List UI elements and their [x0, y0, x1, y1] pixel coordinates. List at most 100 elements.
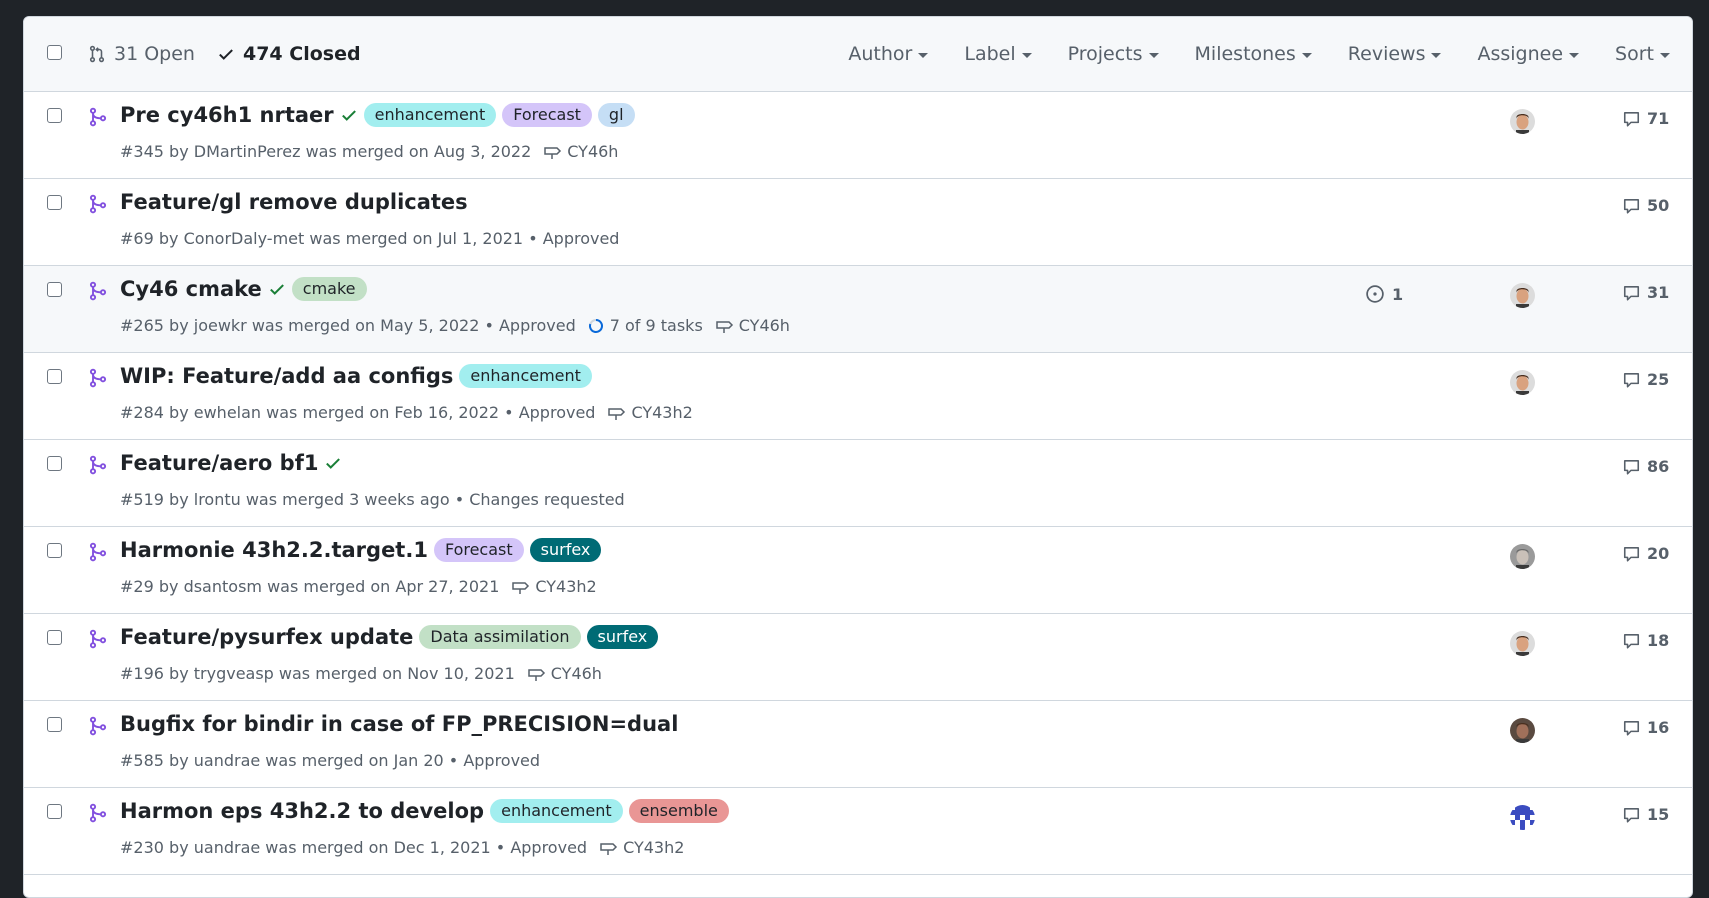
comment-icon — [1623, 807, 1640, 823]
milestone-link[interactable]: CY43h2 — [511, 577, 597, 596]
label-badge[interactable]: enhancement — [490, 799, 623, 823]
chevron-down-icon — [1301, 52, 1312, 58]
assignee-avatar[interactable] — [1510, 631, 1535, 656]
sort-dropdown[interactable]: Sort — [1615, 43, 1670, 65]
milestone-icon — [608, 407, 626, 420]
open-filter-link[interactable]: 31 Open — [88, 43, 195, 65]
label-badge[interactable]: enhancement — [363, 103, 497, 127]
merged-pr-icon — [89, 281, 107, 301]
pull-request-row[interactable]: Bugfix for bindir in case of FP_PRECISIO… — [24, 701, 1692, 788]
pull-request-row[interactable]: Pre cy46h1 nrtaer enhancement Forecast gl #3… — [24, 92, 1692, 179]
label-badge[interactable]: Forecast — [502, 103, 592, 127]
comments-link[interactable]: 86 — [1622, 457, 1669, 476]
assignee-avatar[interactable] — [1510, 109, 1535, 134]
label-badge[interactable]: ensemble — [628, 799, 729, 823]
pull-request-row[interactable]: Harmonie 43h2.2.target.1 Forecast surfex #2… — [24, 527, 1692, 614]
row-checkbox[interactable] — [47, 456, 62, 471]
comment-count: 20 — [1647, 544, 1670, 563]
reviews-filter-dropdown[interactable]: Reviews — [1348, 43, 1442, 65]
comments-link[interactable]: 15 — [1622, 805, 1669, 824]
row-checkbox[interactable] — [47, 717, 62, 732]
milestone-link[interactable]: CY43h2 — [607, 403, 693, 422]
pull-request-row[interactable]: Feature/aero bf1 #519 by lrontu was merge… — [24, 440, 1692, 527]
assignee-avatar[interactable] — [1510, 283, 1535, 308]
comments-link[interactable]: 50 — [1622, 196, 1669, 215]
title-line: Cy46 cmake cmake — [120, 277, 373, 301]
closed-count-label: 474 Closed — [242, 43, 361, 65]
pr-title-link[interactable]: Pre cy46h1 nrtaer — [120, 103, 334, 127]
comment-count: 25 — [1647, 370, 1670, 389]
pull-request-row[interactable]: WIP: Feature/add aa configs enhancement #2… — [24, 353, 1692, 440]
assignee-avatar[interactable] — [1510, 370, 1535, 395]
label-badge[interactable]: Data assimilation — [419, 625, 581, 649]
projects-filter-label: Projects — [1067, 43, 1143, 65]
linked-issues-link[interactable]: 1 — [1365, 284, 1403, 304]
comments-link[interactable]: 18 — [1622, 631, 1669, 650]
label-badge[interactable]: cmake — [291, 277, 367, 301]
assignee-filter-dropdown[interactable]: Assignee — [1477, 43, 1580, 65]
label-badge[interactable]: enhancement — [459, 364, 592, 388]
pr-title-link[interactable]: Feature/pysurfex update — [120, 625, 413, 649]
pr-meta-line: #284 by ewhelan was merged on Feb 16, 20… — [120, 403, 693, 422]
comments-link[interactable]: 31 — [1622, 283, 1669, 302]
row-checkbox[interactable] — [47, 543, 62, 558]
pr-title-link[interactable]: WIP: Feature/add aa configs — [120, 364, 453, 388]
merged-pr-icon — [89, 803, 107, 823]
pr-title-link[interactable]: Cy46 cmake — [120, 277, 262, 301]
comment-count: 71 — [1647, 109, 1670, 128]
pull-request-row[interactable]: Harmon eps 43h2.2 to develop enhancement e… — [24, 788, 1692, 875]
chevron-down-icon — [1148, 52, 1159, 58]
milestone-link[interactable]: CY43h2 — [599, 838, 684, 857]
pr-title-link[interactable]: Harmonie 43h2.2.target.1 — [120, 538, 428, 562]
label-badge[interactable]: surfex — [529, 538, 602, 562]
pr-meta-line: #29 by dsantosm was merged on Apr 27, 20… — [120, 577, 597, 596]
linked-issues-count: 1 — [1392, 284, 1404, 304]
pull-request-row[interactable]: Cy46 cmake cmake #265 by joewkr was merged… — [24, 266, 1692, 353]
comments-link[interactable]: 71 — [1622, 109, 1669, 128]
milestones-filter-dropdown[interactable]: Milestones — [1195, 43, 1312, 65]
author-filter-dropdown[interactable]: Author — [848, 43, 929, 65]
row-checkbox[interactable] — [47, 282, 62, 297]
label-badge[interactable]: surfex — [586, 625, 659, 649]
label-filter-dropdown[interactable]: Label — [964, 43, 1032, 65]
pull-request-row[interactable]: Feature/gl remove duplicates #69 by Conor… — [24, 179, 1692, 266]
assignee-avatar[interactable] — [1510, 544, 1535, 569]
milestone-label: CY43h2 — [631, 403, 693, 422]
milestone-link[interactable]: CY46h — [527, 664, 602, 683]
pr-title-link[interactable]: Feature/gl remove duplicates — [120, 190, 468, 214]
row-checkbox[interactable] — [47, 630, 62, 645]
comment-icon — [1623, 372, 1640, 388]
row-checkbox[interactable] — [47, 108, 62, 123]
pr-title-link[interactable]: Harmon eps 43h2.2 to develop — [120, 799, 484, 823]
select-all-checkbox[interactable] — [47, 45, 62, 60]
comments-link[interactable]: 25 — [1622, 370, 1669, 389]
pr-title-link[interactable]: Bugfix for bindir in case of FP_PRECISIO… — [120, 712, 678, 736]
closed-filter-link[interactable]: 474 Closed — [217, 43, 361, 65]
title-line: Harmonie 43h2.2.target.1 Forecast surfex — [120, 538, 607, 562]
title-line: Feature/pysurfex update Data assimilation… — [120, 625, 664, 649]
merged-pr-icon — [89, 194, 107, 214]
milestone-link[interactable]: CY46h — [715, 316, 790, 335]
merged-pr-icon — [89, 107, 107, 127]
label-badge[interactable]: gl — [597, 103, 635, 127]
assignee-avatar[interactable] — [1510, 718, 1535, 743]
pr-title-link[interactable]: Feature/aero bf1 — [120, 451, 318, 475]
chevron-down-icon — [1569, 52, 1580, 58]
milestone-label: CY46h — [567, 142, 619, 161]
row-checkbox[interactable] — [47, 804, 62, 819]
comments-link[interactable]: 16 — [1622, 718, 1669, 737]
filter-bar: Author Label Projects Milestones Reviews… — [848, 43, 1692, 65]
open-count-label: 31 Open — [114, 43, 195, 65]
pull-request-row[interactable]: Feature/pysurfex update Data assimilation… — [24, 614, 1692, 701]
row-checkbox[interactable] — [47, 195, 62, 210]
assignee-avatar[interactable] — [1510, 805, 1535, 830]
label-badge[interactable]: Forecast — [433, 538, 524, 562]
pr-meta: #69 by ConorDaly-met was merged on Jul 1… — [120, 229, 620, 248]
row-checkbox[interactable] — [47, 369, 62, 384]
projects-filter-dropdown[interactable]: Projects — [1068, 43, 1159, 65]
label-filter-label: Label — [964, 43, 1016, 65]
milestone-link[interactable]: CY46h — [543, 142, 618, 161]
comments-link[interactable]: 20 — [1622, 544, 1669, 563]
pr-meta-line: #69 by ConorDaly-met was merged on Jul 1… — [120, 229, 619, 248]
pull-request-list: 31 Open 474 Closed Author Label Projects… — [23, 16, 1693, 898]
